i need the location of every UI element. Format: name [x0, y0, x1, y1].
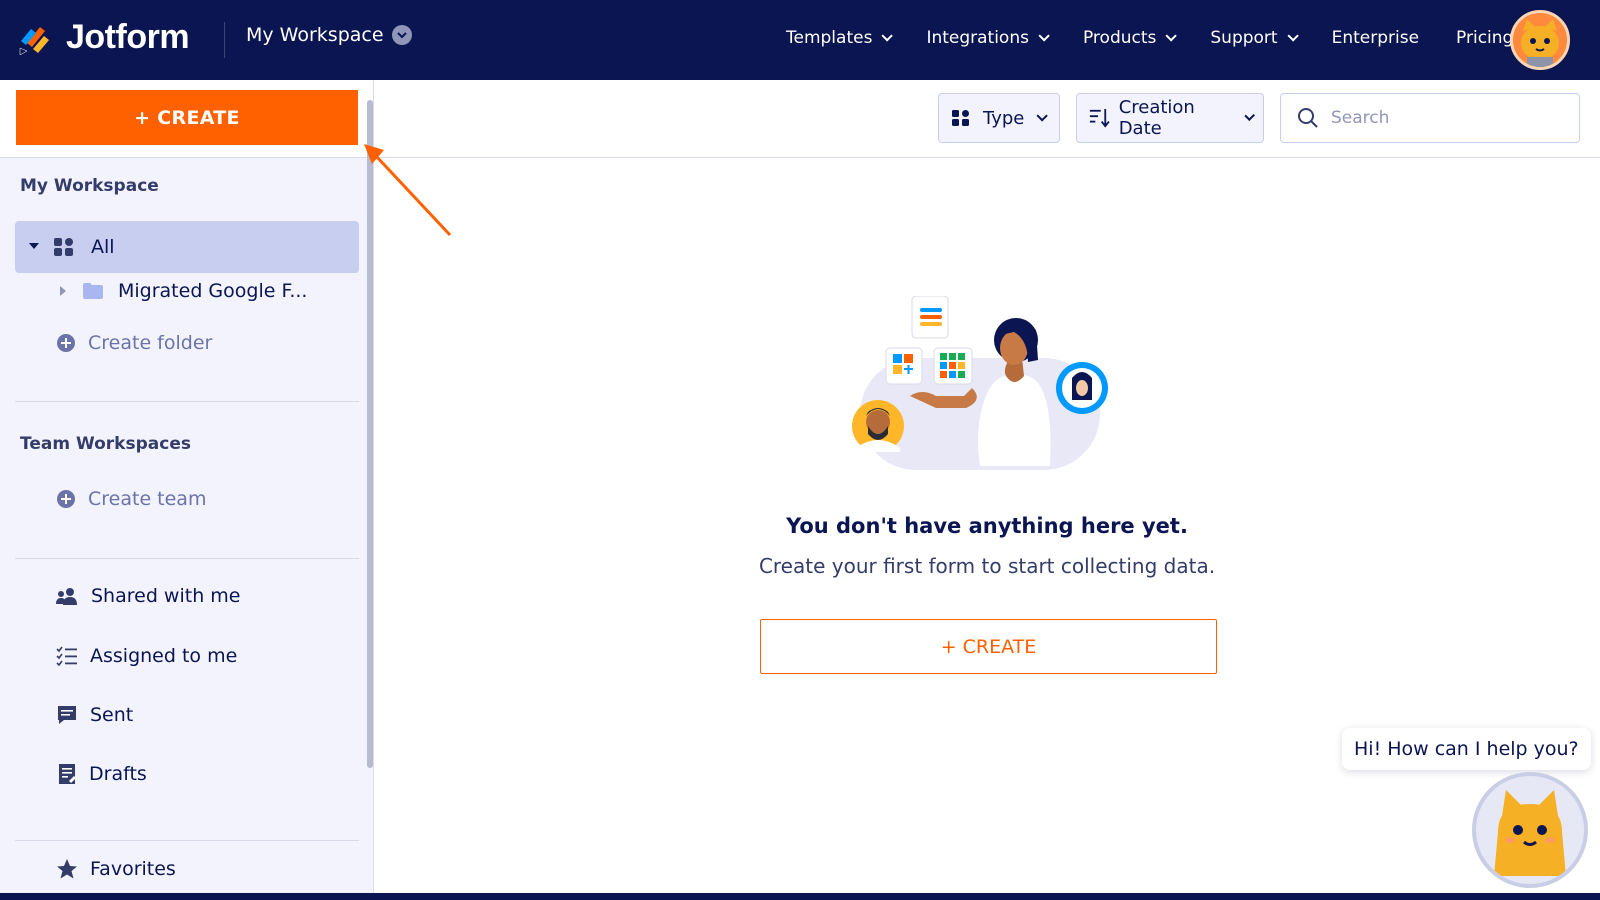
nav-label: Support — [1210, 28, 1278, 48]
chevron-down-icon — [1287, 30, 1299, 42]
chevron-down-icon — [391, 25, 412, 45]
create-team-button[interactable]: Create team — [56, 488, 206, 510]
search-input[interactable] — [1331, 108, 1571, 128]
cat-mascot-icon — [1494, 790, 1566, 876]
search-icon — [1298, 108, 1318, 128]
list-toolbar: Type Creation Date — [374, 80, 1600, 158]
type-filter-button[interactable]: Type — [938, 93, 1060, 143]
sort-button[interactable]: Creation Date — [1076, 93, 1264, 143]
empty-state-subtitle: Create your first form to start collecti… — [758, 554, 1216, 578]
nav-enterprise[interactable]: Enterprise — [1332, 28, 1419, 48]
search-box[interactable] — [1280, 93, 1580, 143]
sidebar-divider — [15, 840, 359, 841]
message-icon — [58, 706, 76, 724]
sidebar-item-label: Drafts — [89, 763, 147, 785]
sidebar-item-label: Migrated Google F... — [118, 280, 308, 302]
nav-pricing[interactable]: Pricing — [1456, 28, 1513, 48]
create-button[interactable]: + CREATE — [16, 90, 358, 145]
nav-divider — [224, 22, 225, 58]
folder-icon — [83, 283, 103, 299]
checklist-icon — [56, 646, 77, 666]
create-folder-label: Create folder — [88, 332, 213, 354]
chevron-down-icon — [1036, 110, 1049, 122]
create-team-label: Create team — [88, 488, 207, 510]
sidebar: + CREATE My Workspace All Migrated Googl… — [0, 80, 374, 900]
grid-icon — [952, 110, 969, 126]
star-icon — [57, 859, 77, 879]
workspace-label: My Workspace — [246, 24, 384, 46]
workspace-switcher[interactable]: My Workspace — [246, 24, 412, 46]
nav-label: Pricing — [1456, 28, 1514, 48]
team-workspaces-heading: Team Workspaces — [20, 434, 191, 454]
nav-label: Products — [1082, 28, 1157, 48]
user-avatar[interactable] — [1510, 10, 1570, 70]
sidebar-item-favorites[interactable]: Favorites — [56, 858, 176, 880]
arrow-icon — [364, 144, 452, 237]
sidebar-item-label: Sent — [90, 704, 134, 726]
sort-label: Creation Date — [1118, 97, 1195, 139]
caret-down-icon[interactable] — [29, 243, 39, 251]
sidebar-divider — [15, 558, 359, 559]
chat-bubble[interactable]: Hi! How can I help you? — [1342, 728, 1591, 770]
sidebar-item-all[interactable]: All — [15, 221, 359, 273]
chat-assistant-button[interactable] — [1472, 772, 1588, 888]
top-navigation: Jotform My Workspace Templates Integrati… — [0, 0, 1600, 80]
type-filter-label: Type — [983, 107, 1025, 129]
brand-logo[interactable]: Jotform — [18, 18, 190, 57]
jotform-logo-icon — [19, 26, 49, 55]
nav-label: Templates — [786, 28, 873, 48]
caret-right-icon[interactable] — [60, 286, 66, 296]
nav-label: Integrations — [926, 28, 1029, 48]
plus-circle-icon — [57, 334, 75, 352]
main-nav: Templates Integrations Products Support … — [786, 28, 1513, 48]
chevron-down-icon — [1243, 110, 1255, 122]
chevron-down-icon — [1165, 30, 1178, 42]
sidebar-item-shared[interactable]: Shared with me — [55, 585, 240, 607]
cat-mascot-icon — [1521, 19, 1559, 67]
empty-state-title: You don't have anything here yet. — [786, 514, 1188, 538]
chevron-down-icon — [1038, 30, 1050, 42]
sort-icon — [1089, 108, 1110, 128]
brand-name: Jotform — [66, 18, 190, 56]
nav-support[interactable]: Support — [1210, 28, 1299, 48]
sidebar-item-label: All — [91, 236, 115, 258]
create-folder-button[interactable]: Create folder — [56, 332, 212, 354]
plus-circle-icon — [57, 490, 75, 508]
sidebar-item-label: Shared with me — [91, 585, 241, 607]
sidebar-item-migrated-folder[interactable]: Migrated Google F... — [60, 280, 307, 302]
sidebar-divider — [15, 401, 359, 402]
grid-icon — [54, 238, 73, 256]
nav-products[interactable]: Products — [1082, 28, 1178, 48]
sidebar-item-drafts[interactable]: Drafts — [57, 763, 147, 785]
users-icon — [56, 588, 77, 605]
document-icon — [59, 764, 76, 784]
nav-integrations[interactable]: Integrations — [926, 28, 1050, 48]
nav-templates[interactable]: Templates — [786, 28, 894, 48]
nav-label: Enterprise — [1331, 28, 1420, 48]
sidebar-item-sent[interactable]: Sent — [56, 704, 133, 726]
empty-state-illustration — [852, 296, 1108, 470]
my-workspace-heading: My Workspace — [20, 176, 159, 196]
bottom-strip — [0, 893, 1600, 900]
empty-state-create-button[interactable]: + CREATE — [760, 619, 1217, 674]
create-button-area: + CREATE — [0, 80, 373, 158]
sidebar-item-label: Favorites — [90, 858, 176, 880]
sidebar-item-assigned[interactable]: Assigned to me — [56, 645, 237, 667]
sidebar-item-label: Assigned to me — [90, 645, 238, 667]
chevron-down-icon — [881, 30, 894, 42]
